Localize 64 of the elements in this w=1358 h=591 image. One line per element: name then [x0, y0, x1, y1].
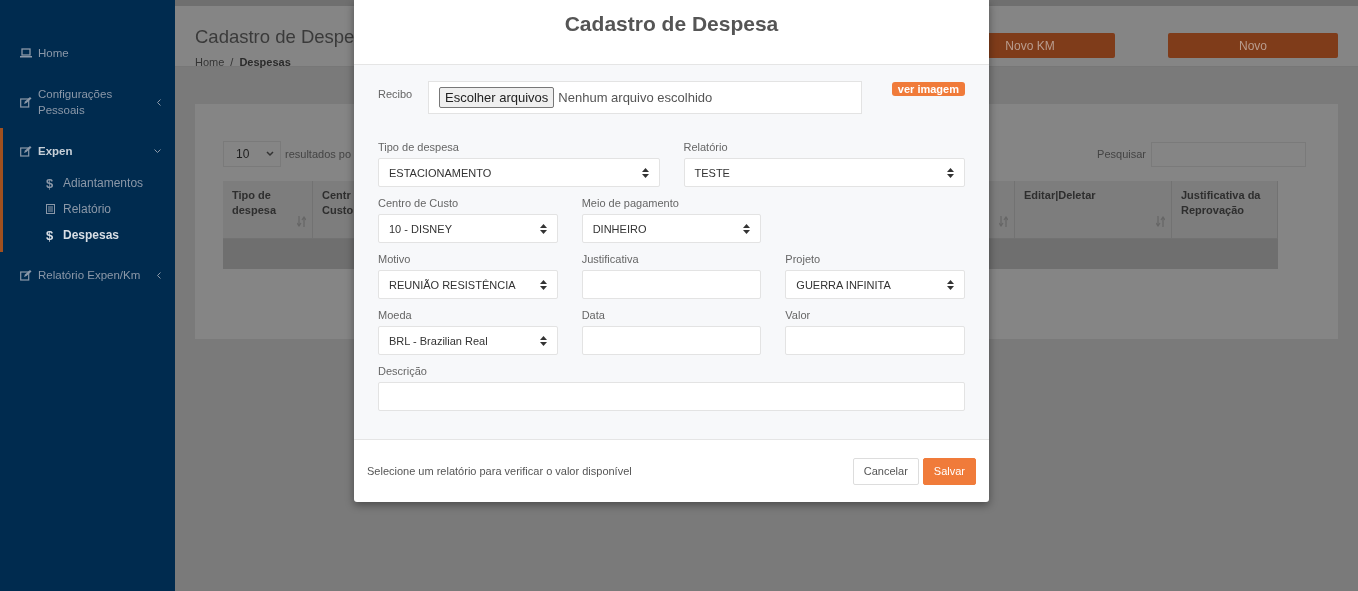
dollar-icon: $: [46, 227, 55, 243]
input-field[interactable]: [785, 326, 965, 355]
breadcrumb-separator: /: [230, 56, 234, 68]
view-image-badge[interactable]: ver imagem: [891, 82, 965, 96]
field-label: Valor: [785, 309, 812, 321]
field-label: Centro de Custo: [378, 197, 460, 209]
search-label: Pesquisar: [1097, 148, 1146, 160]
input-field[interactable]: [581, 326, 762, 355]
chevron-down-icon: [266, 151, 274, 157]
chevron-left-icon: [156, 98, 161, 106]
breadcrumb-current: Despesas: [239, 56, 291, 68]
save-button[interactable]: Salvar: [922, 457, 976, 485]
page-title: Cadastro de Despe: [195, 26, 355, 48]
select-caret-icon: [743, 223, 751, 234]
field-label: Tipo de despesa: [378, 141, 460, 153]
chevron-left-icon: [156, 271, 161, 279]
new-button[interactable]: Novo: [1168, 33, 1338, 58]
field-label: Meio de pagamento: [581, 197, 680, 209]
select-caret-icon: [947, 167, 954, 178]
input-field[interactable]: [378, 382, 965, 411]
sidebar-item[interactable]: Configurações Pessoais: [0, 86, 175, 118]
select-field[interactable]: GUERRA INFINITA: [785, 270, 965, 299]
file-status: Nenhum arquivo escolhido: [558, 90, 713, 105]
sidebar-subitem[interactable]: Relatório: [0, 196, 175, 222]
field-label: Projeto: [785, 253, 822, 265]
edit-icon: [20, 96, 32, 108]
select-field[interactable]: BRL - Brazilian Real: [378, 326, 558, 355]
sidebar-subitem[interactable]: $ Despesas: [0, 222, 175, 248]
select-caret-icon: [539, 279, 547, 290]
cancel-button[interactable]: Cancelar: [852, 457, 919, 485]
sidebar-subitem[interactable]: $ Adiantamentos: [0, 170, 175, 196]
laptop-icon: [20, 48, 32, 58]
field-label: Motivo: [378, 253, 412, 265]
edit-icon: [20, 145, 32, 157]
select-field[interactable]: REUNIÃO RESISTÊNCIA: [378, 270, 558, 299]
chevron-down-icon: [154, 148, 161, 154]
select-field[interactable]: 10 - DISNEY: [378, 214, 558, 243]
modal-title: Cadastro de Despesa: [564, 12, 779, 36]
select-caret-icon: [539, 223, 547, 234]
field-label: Relatório: [683, 141, 729, 153]
edit-icon: [20, 269, 32, 281]
page-size-label: resultados po: [285, 148, 352, 160]
select-field[interactable]: TESTE: [683, 158, 965, 187]
breadcrumb-link[interactable]: Home: [195, 56, 225, 68]
select-caret-icon: [947, 279, 954, 290]
list-icon: [46, 204, 55, 214]
field-label: Justificativa: [581, 253, 640, 265]
file-field[interactable]: Escolher arquivos Nenhum arquivo escolhido: [428, 81, 862, 114]
dollar-icon: $: [46, 175, 55, 191]
sidebar-item[interactable]: Expen: [0, 138, 175, 164]
select-caret-icon: [539, 335, 547, 346]
select-field[interactable]: DINHEIRO: [581, 214, 762, 243]
field-label: Data: [581, 309, 606, 321]
page-size-select[interactable]: 10: [223, 141, 281, 167]
input-field[interactable]: [581, 270, 762, 299]
sidebar-item[interactable]: Home: [0, 40, 175, 66]
footer-note: Selecione um relatório para verificar o valor disponível: [367, 465, 633, 477]
field-label: Recibo: [378, 87, 414, 100]
field-label: Moeda: [378, 309, 413, 321]
field-label: Descrição: [378, 365, 428, 377]
select-caret-icon: [641, 167, 649, 178]
sidebar-item[interactable]: Relatório Expen/Km: [0, 262, 175, 288]
choose-files-button[interactable]: Escolher arquivos: [439, 87, 555, 108]
select-field[interactable]: ESTACIONAMENTO: [378, 158, 660, 187]
